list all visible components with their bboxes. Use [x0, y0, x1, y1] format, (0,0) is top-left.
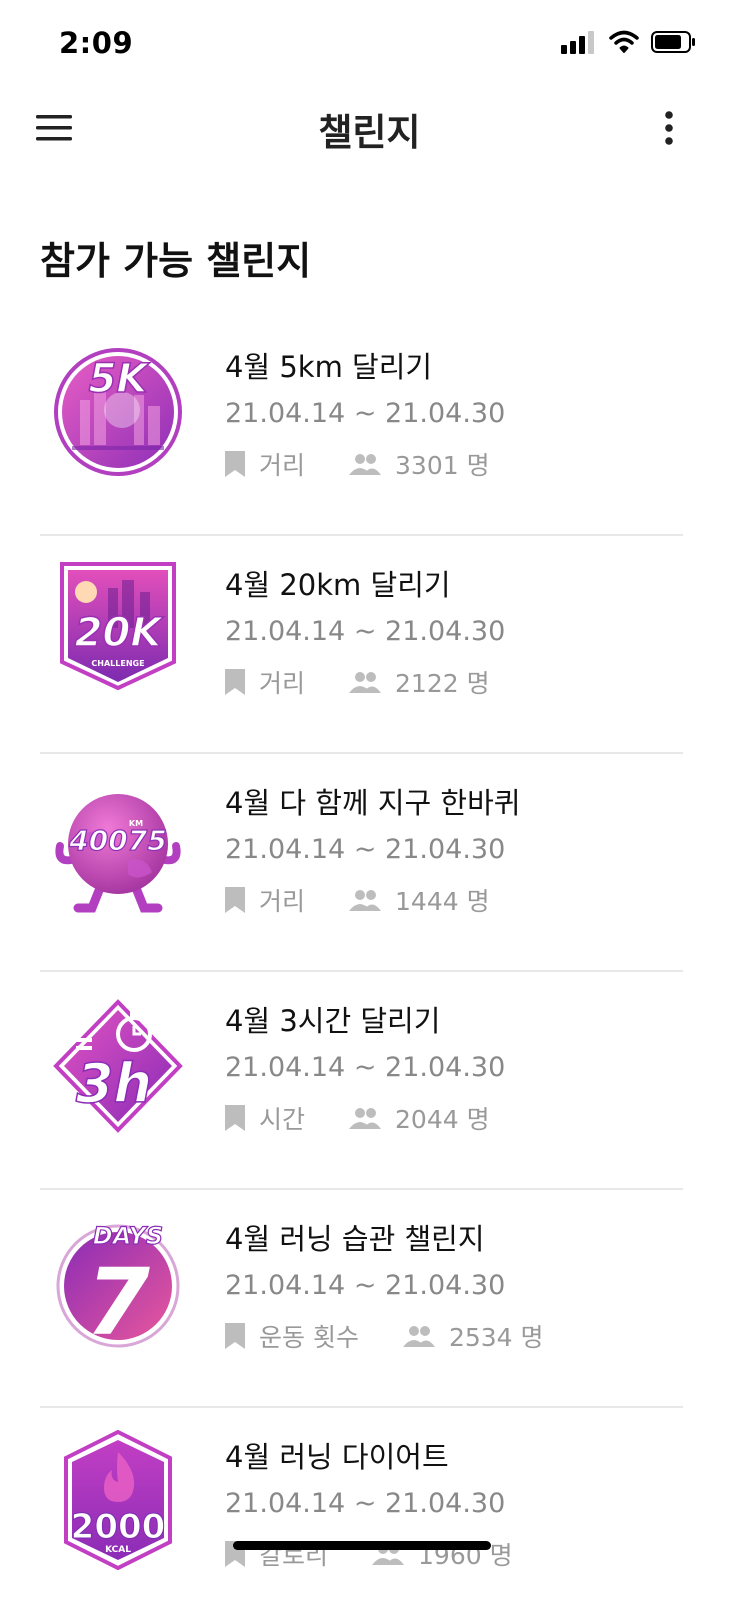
challenge-title: 4월 20km 달리기 [225, 568, 451, 602]
badge-2000kcal-icon: 2000 KCAL [64, 1430, 172, 1570]
bookmark-icon [225, 451, 245, 477]
section-title: 참가 가능 챌린지 [40, 239, 312, 283]
challenge-item[interactable]: 2000 KCAL 4월 러닝 다이어트 21.04.14 ~ 21.04.30… [40, 1408, 683, 1624]
challenge-meta: 거리 1444 명 [225, 882, 490, 918]
participant-count: 2044 명 [395, 1105, 490, 1134]
more-vertical-icon [665, 111, 673, 145]
svg-text:20K: 20K [75, 610, 165, 656]
people-icon [349, 1107, 382, 1129]
challenge-item[interactable]: 40075 KM 4월 다 함께 지구 한바퀴 21.04.14 ~ 21.04… [40, 754, 683, 972]
challenge-meta: 운동 횟수 2534 명 [225, 1318, 544, 1354]
badge-7days-icon: DAYS 7 [56, 1221, 180, 1352]
badge-3h-icon: 3h [53, 999, 183, 1133]
challenge-date: 21.04.14 ~ 21.04.30 [225, 398, 506, 429]
svg-text:7: 7 [86, 1249, 150, 1352]
challenge-meta: 시간 2044 명 [225, 1100, 490, 1136]
signal-icon [561, 31, 594, 54]
challenge-type: 운동 횟수 [259, 1323, 359, 1352]
participant-count: 1444 명 [395, 887, 490, 916]
people-icon [402, 1325, 435, 1347]
home-indicator[interactable] [233, 1541, 491, 1550]
challenge-item[interactable]: 5K 4월 5km 달리기 21.04.14 ~ 21.04.30 거리 330… [40, 318, 683, 536]
svg-text:DAYS: DAYS [93, 1222, 163, 1250]
app-bar: 챌린지 [0, 90, 739, 166]
svg-text:5K: 5K [89, 356, 151, 402]
challenge-meta: 거리 2122 명 [225, 664, 490, 700]
people-icon [349, 453, 382, 475]
challenge-type: 거리 [259, 451, 306, 480]
people-icon [349, 889, 382, 911]
challenge-date: 21.04.14 ~ 21.04.30 [225, 1052, 506, 1083]
challenge-date: 21.04.14 ~ 21.04.30 [225, 1488, 506, 1519]
battery-icon [651, 31, 695, 53]
bookmark-icon [225, 669, 245, 695]
challenge-title: 4월 5km 달리기 [225, 350, 433, 384]
bookmark-icon [225, 1323, 245, 1349]
bookmark-icon [225, 887, 245, 913]
badge-5k-icon: 5K [54, 348, 182, 476]
svg-text:KCAL: KCAL [105, 1545, 131, 1555]
badge-20k-icon: 20K CHALLENGE [60, 562, 176, 691]
challenge-title: 4월 러닝 다이어트 [225, 1440, 449, 1474]
challenge-type: 시간 [259, 1105, 306, 1134]
challenge-date: 21.04.14 ~ 21.04.30 [225, 834, 506, 865]
bookmark-icon [225, 1105, 245, 1131]
status-icons [561, 30, 697, 54]
more-options-button[interactable] [645, 104, 693, 152]
badge-earth-icon: 40075 KM [55, 794, 181, 913]
challenge-title: 4월 3시간 달리기 [225, 1004, 441, 1038]
challenge-date: 21.04.14 ~ 21.04.30 [225, 616, 506, 647]
participant-count: 2122 명 [395, 669, 490, 698]
challenge-item[interactable]: 20K CHALLENGE 4월 20km 달리기 21.04.14 ~ 21.… [40, 536, 683, 754]
participant-count: 2534 명 [448, 1323, 544, 1352]
svg-text:2000: 2000 [71, 1507, 166, 1547]
svg-text:KM: KM [129, 819, 143, 828]
participant-count: 3301 명 [395, 451, 490, 480]
challenge-date: 21.04.14 ~ 21.04.30 [225, 1270, 506, 1301]
challenge-type: 거리 [259, 887, 306, 916]
challenge-type: 거리 [259, 669, 306, 698]
wifi-icon [609, 30, 639, 53]
svg-text:40075: 40075 [68, 824, 166, 857]
challenge-title: 4월 다 함께 지구 한바퀴 [225, 786, 521, 820]
status-time: 2:09 [59, 26, 134, 60]
svg-text:CHALLENGE: CHALLENGE [91, 659, 144, 668]
status-bar: 2:09 [0, 0, 739, 90]
challenge-list: 5K 4월 5km 달리기 21.04.14 ~ 21.04.30 거리 330… [40, 318, 683, 1624]
people-icon [349, 671, 382, 693]
challenge-item[interactable]: DAYS 7 4월 러닝 습관 챌린지 21.04.14 ~ 21.04.30 … [40, 1190, 683, 1408]
svg-text:3h: 3h [76, 1052, 152, 1115]
challenge-meta: 거리 3301 명 [225, 446, 490, 482]
challenge-item[interactable]: 3h 4월 3시간 달리기 21.04.14 ~ 21.04.30 시간 204… [40, 972, 683, 1190]
page-title: 챌린지 [318, 111, 421, 154]
challenge-title: 4월 러닝 습관 챌린지 [225, 1222, 485, 1256]
